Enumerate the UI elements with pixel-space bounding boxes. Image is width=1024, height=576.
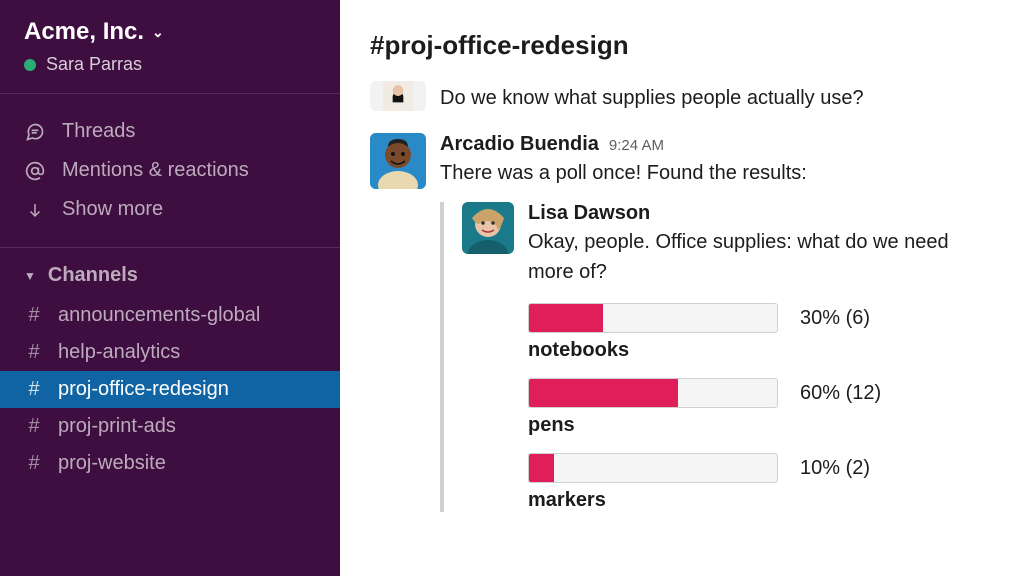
channel-label: proj-office-redesign (58, 378, 229, 401)
caret-down-icon: ▼ (24, 269, 36, 283)
poll-bar[interactable] (528, 453, 778, 483)
poll-bar-fill (529, 304, 603, 332)
threads-icon (24, 122, 46, 142)
poll-value: 30% (6) (800, 307, 870, 330)
channel-header[interactable]: #proj-office-redesign (340, 0, 1024, 81)
hash-icon: # (24, 304, 44, 327)
nav-threads-label: Threads (62, 120, 135, 143)
workspace-header[interactable]: Acme, Inc. ⌄ Sara Parras (0, 18, 340, 94)
message-author[interactable]: Arcadio Buendia (440, 133, 599, 156)
message-row: Do we know what supplies people actually… (370, 81, 994, 127)
hash-icon: # (24, 452, 44, 475)
channel-announcements-global[interactable]: # announcements-global (0, 297, 340, 334)
poll-bar-fill (529, 454, 554, 482)
poll-item-markers: 10% (2) markers (528, 453, 994, 512)
message-content: Arcadio Buendia 9:24 AM There was a poll… (440, 133, 994, 512)
quote-author[interactable]: Lisa Dawson (528, 202, 994, 225)
poll-label: notebooks (528, 339, 994, 362)
nav-group: Threads Mentions & reactions Show more (0, 94, 340, 248)
hash-icon: # (24, 341, 44, 364)
hash-icon: # (24, 415, 44, 438)
channel-label: proj-print-ads (58, 415, 176, 438)
channel-proj-website[interactable]: # proj-website (0, 445, 340, 482)
message-content: Do we know what supplies people actually… (440, 81, 994, 113)
workspace-name-text: Acme, Inc. (24, 18, 144, 46)
channels-section: ▼ Channels # announcements-global # help… (0, 248, 340, 482)
avatar[interactable] (370, 133, 426, 189)
poll-label: pens (528, 414, 994, 437)
message-text: There was a poll once! Found the results… (440, 158, 994, 188)
hash-icon: # (24, 378, 44, 401)
channel-label: announcements-global (58, 304, 260, 327)
poll-bar-fill (529, 379, 678, 407)
workspace-name[interactable]: Acme, Inc. ⌄ (24, 18, 320, 46)
channel-label: help-analytics (58, 341, 180, 364)
poll-value: 10% (2) (800, 457, 870, 480)
quote-text: Okay, people. Office supplies: what do w… (528, 227, 994, 287)
user-presence[interactable]: Sara Parras (24, 54, 320, 75)
poll-bar[interactable] (528, 378, 778, 408)
message-text: Do we know what supplies people actually… (440, 83, 994, 113)
nav-show-more-label: Show more (62, 198, 163, 221)
poll-label: markers (528, 489, 994, 512)
poll-item-pens: 60% (12) pens (528, 378, 994, 437)
chevron-down-icon: ⌄ (152, 24, 164, 41)
channels-header[interactable]: ▼ Channels (0, 248, 340, 297)
arrow-down-icon (24, 201, 46, 219)
quoted-message: Lisa Dawson Okay, people. Office supplie… (440, 202, 994, 512)
channel-proj-office-redesign[interactable]: # proj-office-redesign (0, 371, 340, 408)
poll-bar[interactable] (528, 303, 778, 333)
message-time: 9:24 AM (609, 137, 664, 154)
poll: 30% (6) notebooks 60% (12) (528, 303, 994, 512)
message-header: Arcadio Buendia 9:24 AM (440, 133, 994, 156)
channel-proj-print-ads[interactable]: # proj-print-ads (0, 408, 340, 445)
poll-item-notebooks: 30% (6) notebooks (528, 303, 994, 362)
channel-label: proj-website (58, 452, 166, 475)
nav-show-more[interactable]: Show more (0, 190, 340, 229)
nav-mentions-label: Mentions & reactions (62, 159, 249, 182)
main-panel: #proj-office-redesign Do we know what su… (340, 0, 1024, 576)
channel-title: #proj-office-redesign (370, 30, 994, 61)
nav-threads[interactable]: Threads (0, 112, 340, 151)
poll-value: 60% (12) (800, 382, 881, 405)
message-row: Arcadio Buendia 9:24 AM There was a poll… (370, 127, 994, 526)
channel-help-analytics[interactable]: # help-analytics (0, 334, 340, 371)
avatar[interactable] (462, 202, 514, 254)
channels-header-label: Channels (48, 264, 138, 287)
message-list[interactable]: Do we know what supplies people actually… (340, 81, 1024, 576)
current-user-name: Sara Parras (46, 54, 142, 75)
sidebar: Acme, Inc. ⌄ Sara Parras Threads Mention… (0, 0, 340, 576)
avatar[interactable] (370, 81, 426, 111)
at-icon (24, 161, 46, 181)
quote-body: Lisa Dawson Okay, people. Office supplie… (528, 202, 994, 512)
nav-mentions[interactable]: Mentions & reactions (0, 151, 340, 190)
presence-indicator-icon (24, 59, 36, 71)
